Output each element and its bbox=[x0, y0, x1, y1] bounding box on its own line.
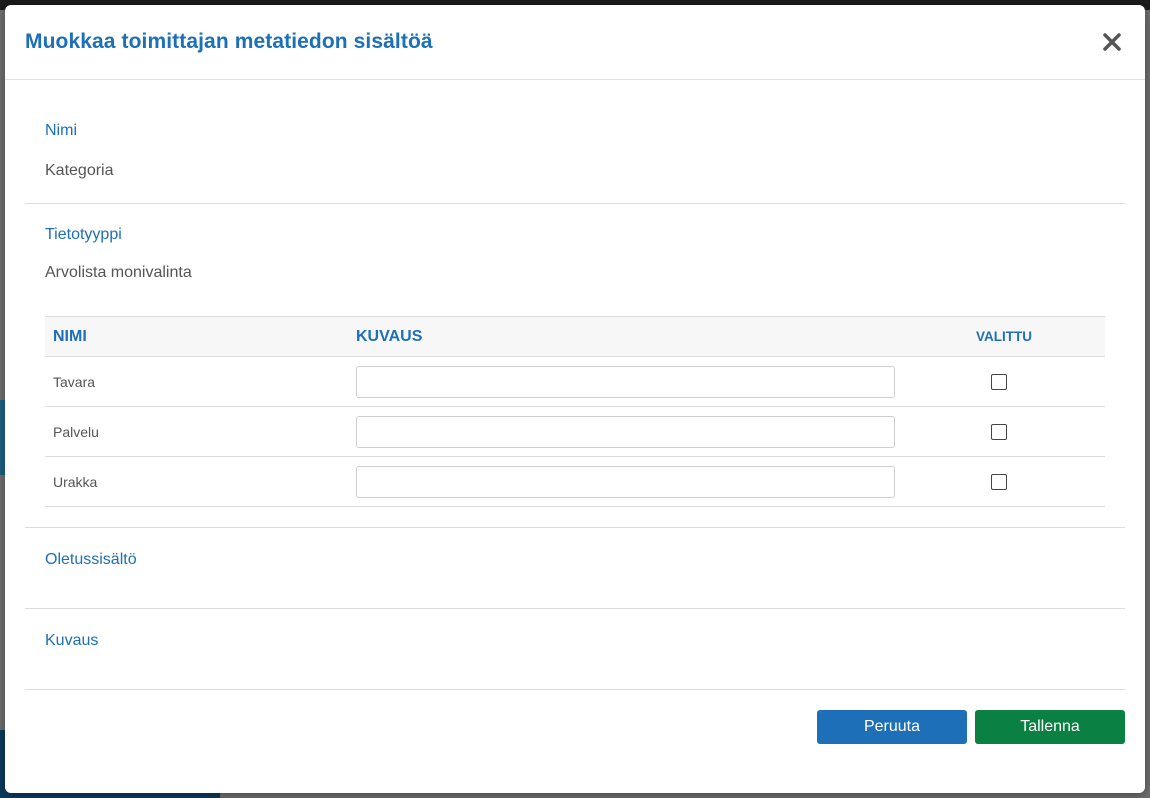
row-description-cell bbox=[348, 406, 903, 457]
type-value: Arvolista monivalinta bbox=[45, 264, 192, 281]
row-selected-cell bbox=[903, 406, 1105, 457]
type-label: Tietotyyppi bbox=[45, 226, 122, 243]
row-selected-cell bbox=[903, 356, 1105, 407]
description-input[interactable] bbox=[356, 415, 895, 448]
row-description-cell bbox=[348, 456, 903, 507]
selected-checkbox[interactable] bbox=[991, 374, 1007, 391]
name-section: Nimi Kategoria bbox=[25, 80, 1125, 203]
description-label: Kuvaus bbox=[45, 632, 99, 649]
row-selected-cell bbox=[903, 456, 1105, 507]
description-input[interactable] bbox=[356, 465, 895, 498]
column-header-description[interactable]: KUVAUS bbox=[348, 316, 903, 357]
selected-checkbox[interactable] bbox=[991, 424, 1007, 441]
edit-metadata-dialog: Muokkaa toimittajan metatiedon sisältöä … bbox=[5, 5, 1145, 793]
close-button[interactable] bbox=[1100, 30, 1124, 54]
table-row: Palvelu bbox=[45, 406, 1105, 457]
value-list-table: NIMI KUVAUS VALITTU Tavara Palvelu Urakk… bbox=[45, 316, 1105, 507]
row-name: Urakka bbox=[45, 456, 348, 507]
name-value: Kategoria bbox=[45, 162, 114, 179]
table-row: Urakka bbox=[45, 456, 1105, 507]
row-description-cell bbox=[348, 356, 903, 407]
save-button[interactable]: Tallenna bbox=[975, 710, 1125, 744]
default-content-section: Oletussisältö bbox=[25, 528, 1125, 608]
dialog-header: Muokkaa toimittajan metatiedon sisältöä bbox=[5, 5, 1145, 80]
name-label: Nimi bbox=[45, 122, 77, 139]
dialog-body: Nimi Kategoria Tietotyyppi Arvolista mon… bbox=[5, 80, 1145, 690]
column-header-name[interactable]: NIMI bbox=[45, 316, 348, 357]
row-name: Palvelu bbox=[45, 406, 348, 457]
column-header-selected[interactable]: VALITTU bbox=[903, 316, 1105, 357]
type-section: Tietotyyppi Arvolista monivalinta NIMI K… bbox=[25, 204, 1125, 527]
cancel-button[interactable]: Peruuta bbox=[817, 710, 967, 744]
table-header-row: NIMI KUVAUS VALITTU bbox=[45, 316, 1105, 357]
selected-checkbox[interactable] bbox=[991, 474, 1007, 491]
dialog-title: Muokkaa toimittajan metatiedon sisältöä bbox=[25, 30, 433, 53]
description-section: Kuvaus bbox=[25, 609, 1125, 689]
close-icon bbox=[1103, 33, 1121, 51]
dialog-footer: Peruuta Tallenna bbox=[5, 690, 1145, 744]
table-row: Tavara bbox=[45, 356, 1105, 407]
description-input[interactable] bbox=[356, 365, 895, 398]
default-content-label: Oletussisältö bbox=[45, 551, 137, 568]
row-name: Tavara bbox=[45, 356, 348, 407]
